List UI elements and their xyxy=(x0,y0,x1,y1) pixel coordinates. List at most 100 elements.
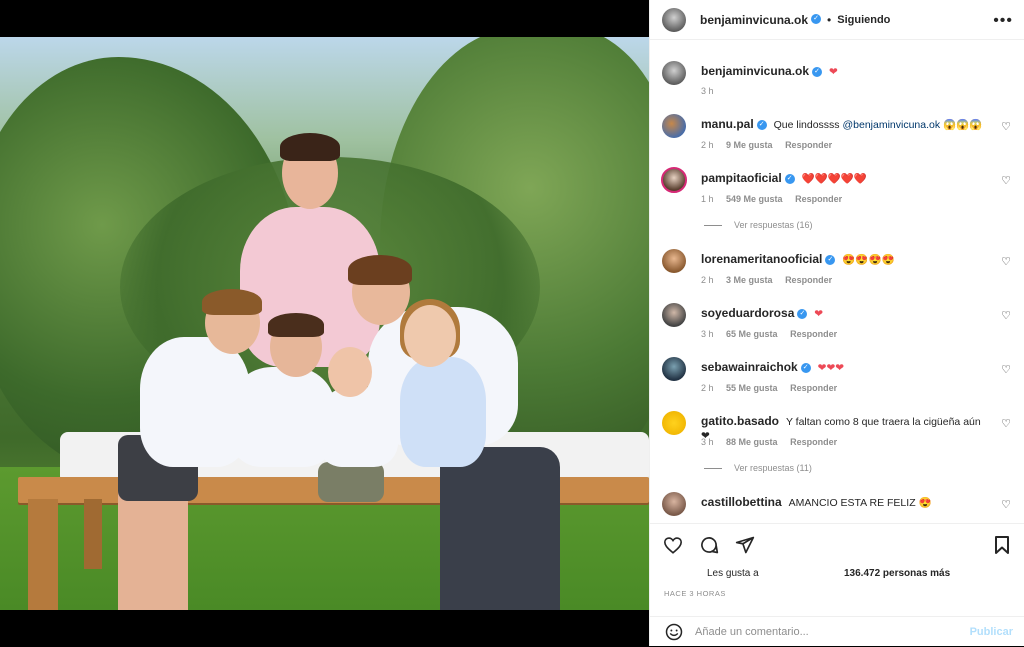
reply-button[interactable]: Responder xyxy=(795,194,842,204)
replies-divider xyxy=(704,467,722,469)
reply-button[interactable]: Responder xyxy=(790,329,837,339)
comment-text: Que lindossss @benjaminvicuna.ok 😱😱😱 xyxy=(774,119,983,131)
comment-likes[interactable]: 9 Me gusta xyxy=(726,140,773,150)
comment-meta: 3 h xyxy=(701,86,724,96)
comment-text: AMANCIO ESTA RE FELIZ 😍 xyxy=(788,497,932,509)
post-photo[interactable] xyxy=(0,37,649,610)
comment-time[interactable]: 2 h xyxy=(701,383,714,393)
replies-divider xyxy=(704,224,722,226)
comment-text-part: 😱😱😱 xyxy=(940,119,983,131)
post-side-panel: benjaminvicuna.ok ✓ • Siguiendo ••• benja… xyxy=(649,0,1024,646)
comment-like-heart-icon[interactable]: ♡ xyxy=(1001,498,1011,511)
publish-button[interactable]: Publicar xyxy=(970,626,1013,638)
photo-person xyxy=(404,305,456,367)
comment-username[interactable]: castillobettina xyxy=(701,495,782,509)
mention-link[interactable]: @benjaminvicuna.ok xyxy=(842,119,940,131)
comment-time[interactable]: 3 h xyxy=(701,86,714,96)
comment-like-heart-icon[interactable]: ♡ xyxy=(1001,255,1011,268)
photo-person xyxy=(280,133,340,161)
avatar[interactable] xyxy=(662,114,686,138)
author-username[interactable]: benjaminvicuna.ok ✓ xyxy=(700,11,822,29)
paper-plane-icon[interactable] xyxy=(734,534,756,556)
comment-bubble-icon[interactable] xyxy=(698,534,720,556)
comment-likes[interactable]: 3 Me gusta xyxy=(726,275,773,285)
reply-button[interactable]: Responder xyxy=(785,275,832,285)
author-username-text[interactable]: benjaminvicuna.ok xyxy=(700,13,808,27)
follow-button[interactable]: Siguiendo xyxy=(837,14,890,26)
reply-button[interactable]: Responder xyxy=(790,437,837,447)
avatar[interactable] xyxy=(662,61,686,85)
verified-badge-icon: ✓ xyxy=(797,309,808,320)
comment-meta: 2 h 9 Me gusta Responder xyxy=(701,140,842,150)
comment-time[interactable]: 2 h xyxy=(701,275,714,285)
verified-badge-icon: ✓ xyxy=(825,255,836,266)
caption-text: ❤ xyxy=(828,66,838,78)
reply-button[interactable]: Responder xyxy=(785,140,832,150)
comment-meta: 3 h 65 Me gusta Responder xyxy=(701,329,847,339)
comment-time[interactable]: 3 h xyxy=(701,329,714,339)
view-replies-label[interactable]: Ver respuestas (16) xyxy=(734,220,813,230)
comment-body: castillobettina AMANCIO ESTA RE FELIZ 😍 xyxy=(701,495,991,510)
comment-username[interactable]: gatito.basado xyxy=(701,414,779,428)
comment-username[interactable]: pampitaoficial xyxy=(701,171,782,185)
verified-badge-icon: ✓ xyxy=(784,174,795,185)
comment-text-part: Que lindossss xyxy=(773,119,843,131)
comment-text: 😍😍😍😍 xyxy=(842,254,895,266)
comment-likes[interactable]: 65 Me gusta xyxy=(726,329,778,339)
avatar[interactable] xyxy=(662,7,686,32)
comment-body: pampitaoficial ✓ ❤️❤️❤️❤️❤️ xyxy=(701,171,991,186)
comment-body: sebawainraichok ✓ ❤❤❤ xyxy=(701,360,991,375)
photo-person xyxy=(440,447,560,610)
separator-dot: • xyxy=(827,12,832,27)
comment-username[interactable]: benjaminvicuna.ok xyxy=(701,64,809,78)
comment-meta: 2 h 3 Me gusta Responder xyxy=(701,275,842,285)
comment-like-heart-icon[interactable]: ♡ xyxy=(1001,363,1011,376)
comment-likes[interactable]: 549 Me gusta xyxy=(726,194,783,204)
action-icons xyxy=(662,534,756,556)
bookmark-icon[interactable] xyxy=(991,534,1013,556)
avatar[interactable] xyxy=(662,357,686,381)
avatar[interactable] xyxy=(661,167,687,193)
comment-username[interactable]: sebawainraichok xyxy=(701,360,798,374)
photo-person xyxy=(318,462,384,502)
photo-bench-leg xyxy=(28,499,58,610)
post-time[interactable]: HACE 3 HORAS xyxy=(664,589,726,598)
comment-like-heart-icon[interactable]: ♡ xyxy=(1001,120,1011,133)
comment-time[interactable]: 2 h xyxy=(701,140,714,150)
comment-text: ❤ xyxy=(814,308,824,320)
photo-person xyxy=(268,313,324,337)
comment-username[interactable]: manu.pal xyxy=(701,117,754,131)
post-header: benjaminvicuna.ok ✓ • Siguiendo ••• xyxy=(650,0,1024,40)
comment-time[interactable]: 1 h xyxy=(701,194,714,204)
comment-time[interactable]: 3 h xyxy=(701,437,714,447)
comment-like-heart-icon[interactable]: ♡ xyxy=(1001,417,1011,430)
comment-input[interactable] xyxy=(695,626,955,638)
comment-meta: 3 h 88 Me gusta Responder xyxy=(701,437,847,447)
verified-badge-icon: ✓ xyxy=(811,14,822,25)
instagram-post-view: benjaminvicuna.ok ✓ • Siguiendo ••• benja… xyxy=(0,0,1024,646)
photo-person xyxy=(318,387,398,467)
ellipsis-icon[interactable]: ••• xyxy=(993,12,1013,30)
comment-like-heart-icon[interactable]: ♡ xyxy=(1001,309,1011,322)
add-comment-bar: Publicar xyxy=(650,616,1024,647)
comment-username[interactable]: lorenameritanooficial xyxy=(701,252,822,266)
comment-username[interactable]: soyeduardorosa xyxy=(701,306,794,320)
post-actions: Les gusta a 136.472 personas más HACE 3 … xyxy=(650,523,1024,646)
comment-likes[interactable]: 88 Me gusta xyxy=(726,437,778,447)
comments-list[interactable]: benjaminvicuna.ok ✓ ❤ 3 h manu.pal ✓ Que l… xyxy=(650,41,1024,523)
comment-body: lorenameritanooficial ✓ 😍😍😍😍 xyxy=(701,252,991,267)
avatar[interactable] xyxy=(662,303,686,327)
view-replies-label[interactable]: Ver respuestas (11) xyxy=(734,463,812,473)
heart-outline-icon[interactable] xyxy=(662,534,684,556)
smiley-icon[interactable] xyxy=(664,622,684,642)
view-replies-button[interactable]: Ver respuestas (11) xyxy=(704,463,812,473)
comment-meta: 1 h 549 Me gusta Responder xyxy=(701,194,852,204)
comment-like-heart-icon[interactable]: ♡ xyxy=(1001,174,1011,187)
reply-button[interactable]: Responder xyxy=(790,383,837,393)
avatar[interactable] xyxy=(662,249,686,273)
avatar[interactable] xyxy=(662,411,686,435)
view-replies-button[interactable]: Ver respuestas (16) xyxy=(704,220,813,230)
comment-likes[interactable]: 55 Me gusta xyxy=(726,383,778,393)
avatar[interactable] xyxy=(662,492,686,516)
likes-count[interactable]: 136.472 personas más xyxy=(844,568,950,579)
